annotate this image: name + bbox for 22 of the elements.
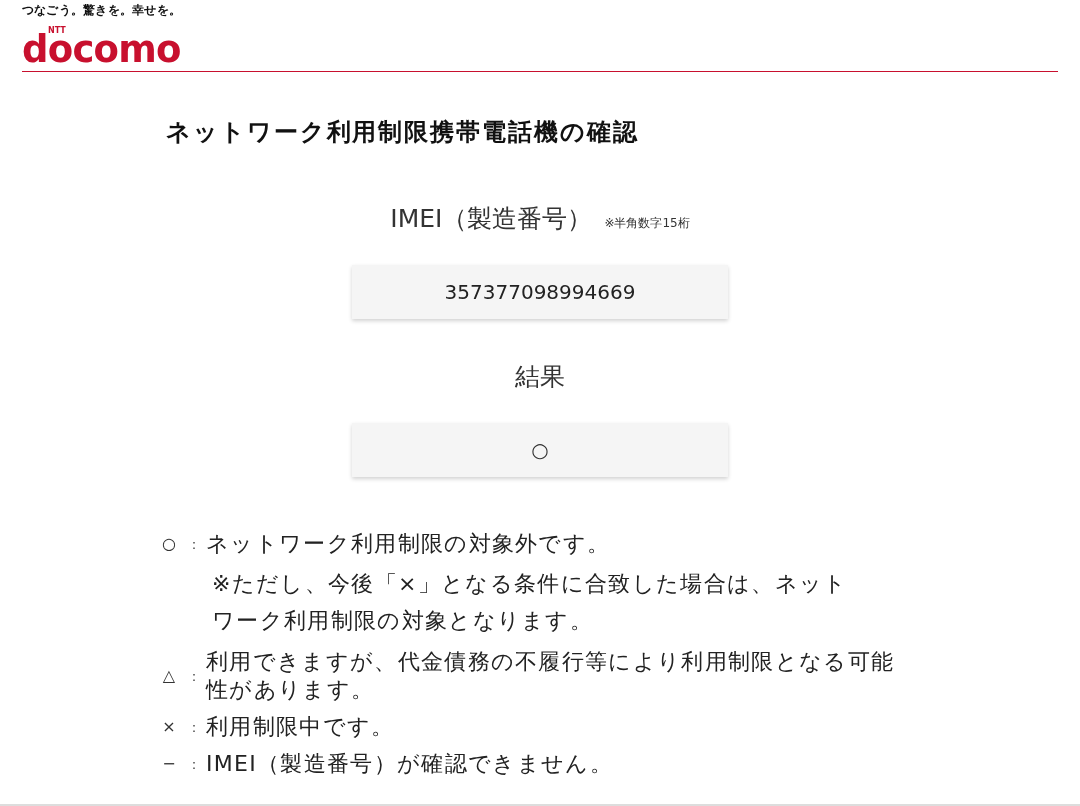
legend-symbol: △ <box>161 665 177 687</box>
legend-text: IMEI（製造番号）が確認できません。 <box>206 750 614 778</box>
legend-text: 利用制限中です。 <box>206 713 396 741</box>
legend-symbol: ○ <box>161 533 177 555</box>
legend-text: 利用できますが、代金債務の不履行等により利用制限となる可能性があります。 <box>206 648 896 704</box>
imei-label: IMEI（製造番号） <box>390 203 593 235</box>
legend-note: ※ただし、今後「×」となる条件に合致した場合は、ネットワーク利用制限の対象となります。 <box>212 570 849 635</box>
page-title: ネットワーク利用制限携帯電話機の確認 <box>166 117 639 147</box>
legend-symbol: − <box>161 753 177 775</box>
legend-separator: ： <box>186 535 202 554</box>
imei-hint: ※半角数字15桁 <box>604 215 690 231</box>
logo-mark-text: NTT <box>48 26 66 35</box>
imei-input-field[interactable]: 357377098994669 <box>352 265 728 319</box>
result-field[interactable]: ○ <box>352 423 728 477</box>
result-label: 結果 <box>515 361 565 393</box>
tagline: つなごう。驚きを。幸せを。 <box>22 2 182 19</box>
legend-separator: ： <box>186 755 202 774</box>
logo-wordmark: docomo <box>22 35 181 65</box>
legend-text: ネットワーク利用制限の対象外です。 <box>206 530 612 558</box>
legend-symbol: × <box>161 716 177 738</box>
legend-separator: ： <box>186 718 202 737</box>
legend-separator: ： <box>186 667 202 686</box>
